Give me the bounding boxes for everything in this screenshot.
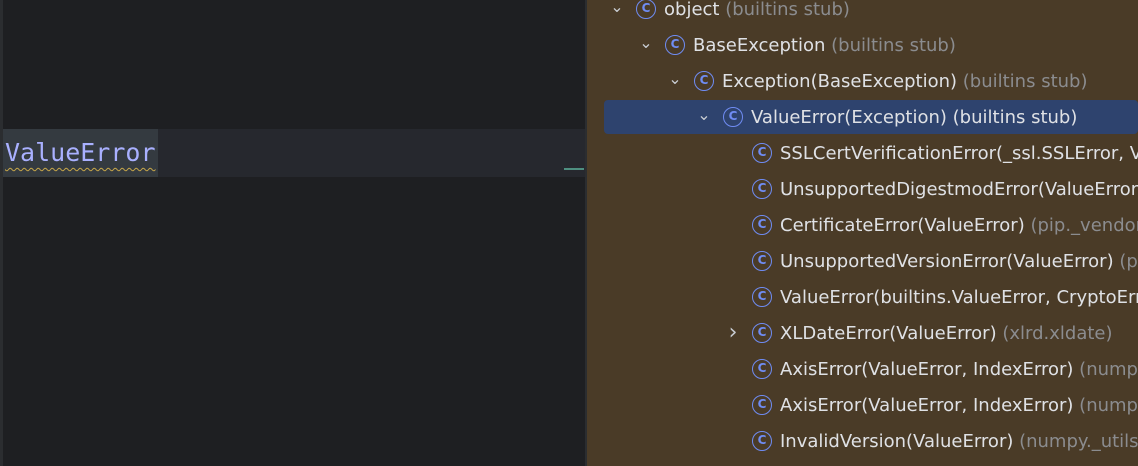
class-name: SSLCertVerificationError(_ssl.SSLError, … <box>780 143 1138 164</box>
tree-row-label: UnsupportedVersionError(ValueError) (pip <box>780 244 1138 280</box>
scroll-marker <box>564 168 584 170</box>
tree-row[interactable]: ⌄ Cobject (builtins stub) <box>587 0 1138 28</box>
class-name: UnsupportedDigestmodError(ValueError) <box>780 179 1138 200</box>
tree-row[interactable]: C UnsupportedDigestmodError(ValueError) <box>587 172 1138 208</box>
type-hierarchy-tree[interactable]: ⌄ Cobject (builtins stub) ⌄ C BaseException … <box>587 0 1138 466</box>
class-icon: C <box>752 287 772 307</box>
module-hint: (xlrd.xldate) <box>996 323 1113 344</box>
module-hint: (numpy.e <box>1079 359 1138 380</box>
tree-row-selected[interactable]: ⌄ C ValueError(Exception) (builtins stub) <box>587 100 1138 136</box>
module-hint: (pip._vendor.d <box>1030 215 1138 236</box>
tree-row-label: ValueError(builtins.ValueError, CryptoEr… <box>780 280 1138 316</box>
tree-row[interactable]: C CertificateError(ValueError) (pip._vend… <box>587 208 1138 244</box>
tree-row-label: Exception(BaseException) (builtins stub) <box>722 64 1088 100</box>
tree-row[interactable]: C AxisError(ValueError, IndexError) (nump… <box>587 352 1138 388</box>
code-token-valueerror[interactable]: ValueError <box>3 129 158 177</box>
module-hint: (numpy.e <box>1079 395 1138 416</box>
tree-row-label: UnsupportedDigestmodError(ValueError) <box>780 172 1138 208</box>
class-icon: C <box>752 395 772 415</box>
class-icon: C <box>665 35 685 55</box>
module-hint: (numpy._utils._p <box>1019 431 1138 452</box>
tree-row[interactable]: C AxisError(ValueError, IndexError) (nump… <box>587 388 1138 424</box>
tree-row-label: XLDateError(ValueError) (xlrd.xldate) <box>780 316 1113 352</box>
tree-row-label: BaseException (builtins stub) <box>693 28 956 64</box>
chevron-down-icon[interactable]: ⌄ <box>667 64 683 100</box>
class-icon: C <box>636 0 656 19</box>
class-icon: C <box>694 71 714 91</box>
tree-row[interactable]: C UnsupportedVersionError(ValueError) (pi… <box>587 244 1138 280</box>
class-name: XLDateError(ValueError) <box>780 323 997 344</box>
tree-row-label: AxisError(ValueError, IndexError) (numpy… <box>780 352 1138 388</box>
class-name: UnsupportedVersionError(ValueError) <box>780 251 1114 272</box>
module-hint: (builtins stub) <box>719 0 850 20</box>
class-icon: C <box>752 143 772 163</box>
class-icon: C <box>752 215 772 235</box>
tree-row[interactable]: › C XLDateError(ValueError) (xlrd.xldate) <box>587 316 1138 352</box>
class-name: AxisError(ValueError, IndexError) <box>780 395 1074 416</box>
module-hint: (pip <box>1119 251 1138 272</box>
chevron-down-icon[interactable]: ⌄ <box>609 0 625 28</box>
class-icon: C <box>752 179 772 199</box>
chevron-down-icon[interactable]: ⌄ <box>638 28 654 64</box>
editor-gutter <box>0 0 3 466</box>
chevron-down-icon[interactable]: ⌄ <box>696 100 712 136</box>
class-name: BaseException <box>693 35 826 56</box>
tree-row-label: object (builtins stub) <box>664 0 850 28</box>
tree-row-label: SSLCertVerificationError(_ssl.SSLError, … <box>780 136 1138 172</box>
tree-row[interactable]: ⌄ C BaseException (builtins stub) <box>587 28 1138 64</box>
class-icon: C <box>752 323 772 343</box>
class-name: AxisError(ValueError, IndexError) <box>780 359 1074 380</box>
class-icon: C <box>752 359 772 379</box>
class-name: CertificateError(ValueError) <box>780 215 1025 236</box>
class-icon: C <box>723 107 743 127</box>
tree-row[interactable]: C ValueError(builtins.ValueError, CryptoE… <box>587 280 1138 316</box>
class-icon: C <box>752 431 772 451</box>
chevron-right-icon[interactable]: › <box>725 316 741 352</box>
class-name: ValueError(Exception) (builtins stub) <box>751 107 1078 128</box>
class-name: InvalidVersion(ValueError) <box>780 431 1014 452</box>
tree-row[interactable]: C SSLCertVerificationError(_ssl.SSLError,… <box>587 136 1138 172</box>
tree-row-label: CertificateError(ValueError) (pip._vendo… <box>780 208 1138 244</box>
class-name: ValueError(builtins.ValueError, CryptoEr… <box>780 287 1138 308</box>
class-name: object <box>664 0 720 20</box>
tree-row[interactable]: C InvalidVersion(ValueError) (numpy._util… <box>587 424 1138 460</box>
class-icon: C <box>752 251 772 271</box>
tree-row[interactable]: ⌄ C Exception(BaseException) (builtins stu… <box>587 64 1138 100</box>
tree-row-label: ValueError(Exception) (builtins stub) <box>751 100 1077 136</box>
tree-row-label: InvalidVersion(ValueError) (numpy._utils… <box>780 424 1138 460</box>
class-name: Exception(BaseException) <box>722 71 958 92</box>
module-hint: (builtins stub) <box>825 35 956 56</box>
code-editor[interactable]: ValueError <box>0 0 585 466</box>
module-hint: (builtins stub) <box>957 71 1088 92</box>
tree-row-label: AxisError(ValueError, IndexError) (numpy… <box>780 388 1138 424</box>
